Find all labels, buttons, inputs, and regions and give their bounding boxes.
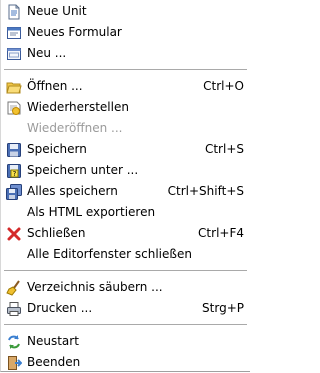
menu-item-label: Öffnen ... bbox=[27, 79, 83, 93]
menu-item-shortcut: Strg+P bbox=[202, 301, 244, 315]
menu-item-label: Wiederöffnen ... bbox=[27, 121, 123, 135]
restart-icon bbox=[6, 334, 22, 350]
menu-item-label: Neue Unit bbox=[27, 4, 87, 18]
menu-item-new-form[interactable]: Neues Formular bbox=[1, 22, 250, 43]
menu-item-shortcut: Ctrl+S bbox=[204, 142, 244, 156]
close-icon bbox=[6, 226, 22, 242]
svg-text:?: ? bbox=[13, 170, 17, 178]
new-icon bbox=[6, 46, 22, 62]
menu-item-new[interactable]: Neu ... bbox=[1, 43, 250, 64]
menu-item-exit[interactable]: Beenden bbox=[1, 352, 250, 373]
menu-item-label: Wiederherstellen bbox=[27, 100, 129, 114]
file-menu: Neue Unit Neues Formular Neu ... Öffnen … bbox=[0, 0, 250, 372]
menu-item-open[interactable]: Öffnen ... Ctrl+O bbox=[1, 76, 250, 97]
menu-separator bbox=[4, 270, 247, 271]
menu-item-label: Alles speichern bbox=[27, 184, 118, 198]
menu-item-label: Speichern unter ... bbox=[27, 163, 139, 177]
menu-item-label: Beenden bbox=[27, 355, 81, 369]
menu-item-label: Als HTML exportieren bbox=[27, 205, 156, 219]
menu-item-label: Alle Editorfenster schließen bbox=[27, 247, 192, 261]
revert-icon bbox=[6, 100, 22, 116]
menu-item-export-html[interactable]: Als HTML exportieren bbox=[1, 202, 250, 223]
menu-item-save[interactable]: Speichern Ctrl+S bbox=[1, 139, 250, 160]
menu-item-label: Drucken ... bbox=[27, 301, 93, 315]
menu-item-clean-directory[interactable]: Verzeichnis säubern ... bbox=[1, 277, 250, 298]
menu-item-save-as[interactable]: ? Speichern unter ... bbox=[1, 160, 250, 181]
menu-item-shortcut: Ctrl+Shift+S bbox=[167, 184, 244, 198]
exit-icon bbox=[6, 355, 22, 371]
menu-item-restart[interactable]: Neustart bbox=[1, 331, 250, 352]
menu-item-reopen[interactable]: Wiederöffnen ... bbox=[1, 118, 250, 139]
menu-item-close[interactable]: Schließen Ctrl+F4 bbox=[1, 223, 250, 244]
save-as-icon: ? bbox=[6, 163, 22, 179]
menu-item-revert[interactable]: Wiederherstellen bbox=[1, 97, 250, 118]
menu-separator bbox=[4, 69, 247, 70]
menu-item-label: Neustart bbox=[27, 334, 79, 348]
menu-separator bbox=[4, 324, 247, 325]
broom-icon bbox=[6, 280, 22, 296]
menu-item-label: Neu ... bbox=[27, 46, 67, 60]
menu-item-label: Verzeichnis säubern ... bbox=[27, 280, 163, 294]
new-unit-icon bbox=[6, 4, 22, 20]
save-icon bbox=[6, 142, 22, 158]
menu-item-new-unit[interactable]: Neue Unit bbox=[1, 1, 250, 22]
open-folder-icon bbox=[6, 79, 22, 95]
menu-item-label: Neues Formular bbox=[27, 25, 122, 39]
menu-item-label: Speichern bbox=[27, 142, 87, 156]
new-form-icon bbox=[6, 25, 22, 41]
menu-item-print[interactable]: Drucken ... Strg+P bbox=[1, 298, 250, 319]
save-all-icon bbox=[6, 184, 22, 200]
print-icon bbox=[6, 301, 22, 317]
menu-item-label: Schließen bbox=[27, 226, 86, 240]
menu-item-save-all[interactable]: Alles speichern Ctrl+Shift+S bbox=[1, 181, 250, 202]
menu-item-shortcut: Ctrl+F4 bbox=[198, 226, 244, 240]
menu-item-shortcut: Ctrl+O bbox=[203, 79, 244, 93]
menu-item-close-all-editors[interactable]: Alle Editorfenster schließen bbox=[1, 244, 250, 265]
